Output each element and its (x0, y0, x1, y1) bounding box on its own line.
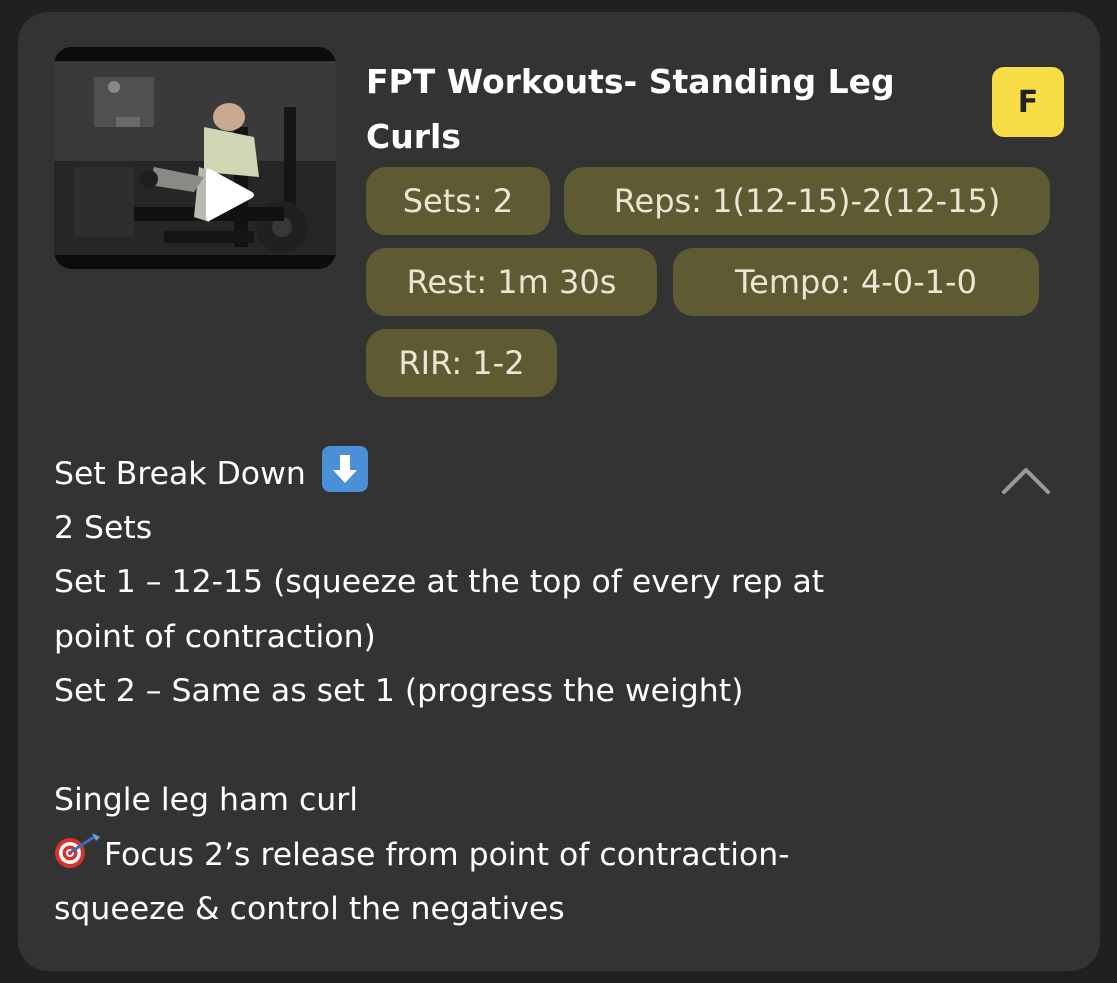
focus-text: Focus 2’s release from point of contract… (104, 836, 790, 873)
tempo-tag: Tempo: 4-0-1-0 (673, 248, 1039, 316)
description-line: Set Break Down (54, 446, 1054, 501)
description-heading: Set Break Down (54, 456, 306, 492)
play-icon[interactable] (204, 165, 256, 225)
description-line: Set 2 – Same as set 1 (progress the weig… (54, 673, 744, 709)
reps-tag: Reps: 1(12-15)-2(12-15) (564, 167, 1050, 235)
description-blank-line (54, 719, 1054, 774)
video-frame-image (54, 47, 336, 269)
video-thumbnail[interactable] (54, 47, 336, 269)
sets-tag: Sets: 2 (366, 167, 550, 235)
description-line: Single leg ham curl (54, 782, 358, 818)
rest-tag: Rest: 1m 30s (366, 248, 657, 316)
rir-tag: RIR: 1-2 (366, 329, 557, 397)
down-arrow-icon (321, 446, 368, 492)
direct-hit-icon (54, 831, 104, 871)
description-line: squeeze & control the negatives (54, 891, 565, 927)
set-breakdown-description: Set Break Down 2 Sets Set 1 – 12-15 (squ… (54, 446, 1054, 937)
description-line: point of contraction) (54, 618, 376, 655)
description-line: Set 1 – 12-15 (squeeze at the top of eve… (54, 564, 825, 600)
description-line: 2 Sets (54, 509, 153, 546)
profile-badge: F (992, 67, 1064, 137)
exercise-card: FPT Workouts- Standing Leg Curls F Sets:… (18, 12, 1100, 971)
description-line: Focus 2’s release from point of contract… (54, 828, 1054, 883)
exercise-title: FPT Workouts- Standing Leg Curls (366, 62, 895, 156)
